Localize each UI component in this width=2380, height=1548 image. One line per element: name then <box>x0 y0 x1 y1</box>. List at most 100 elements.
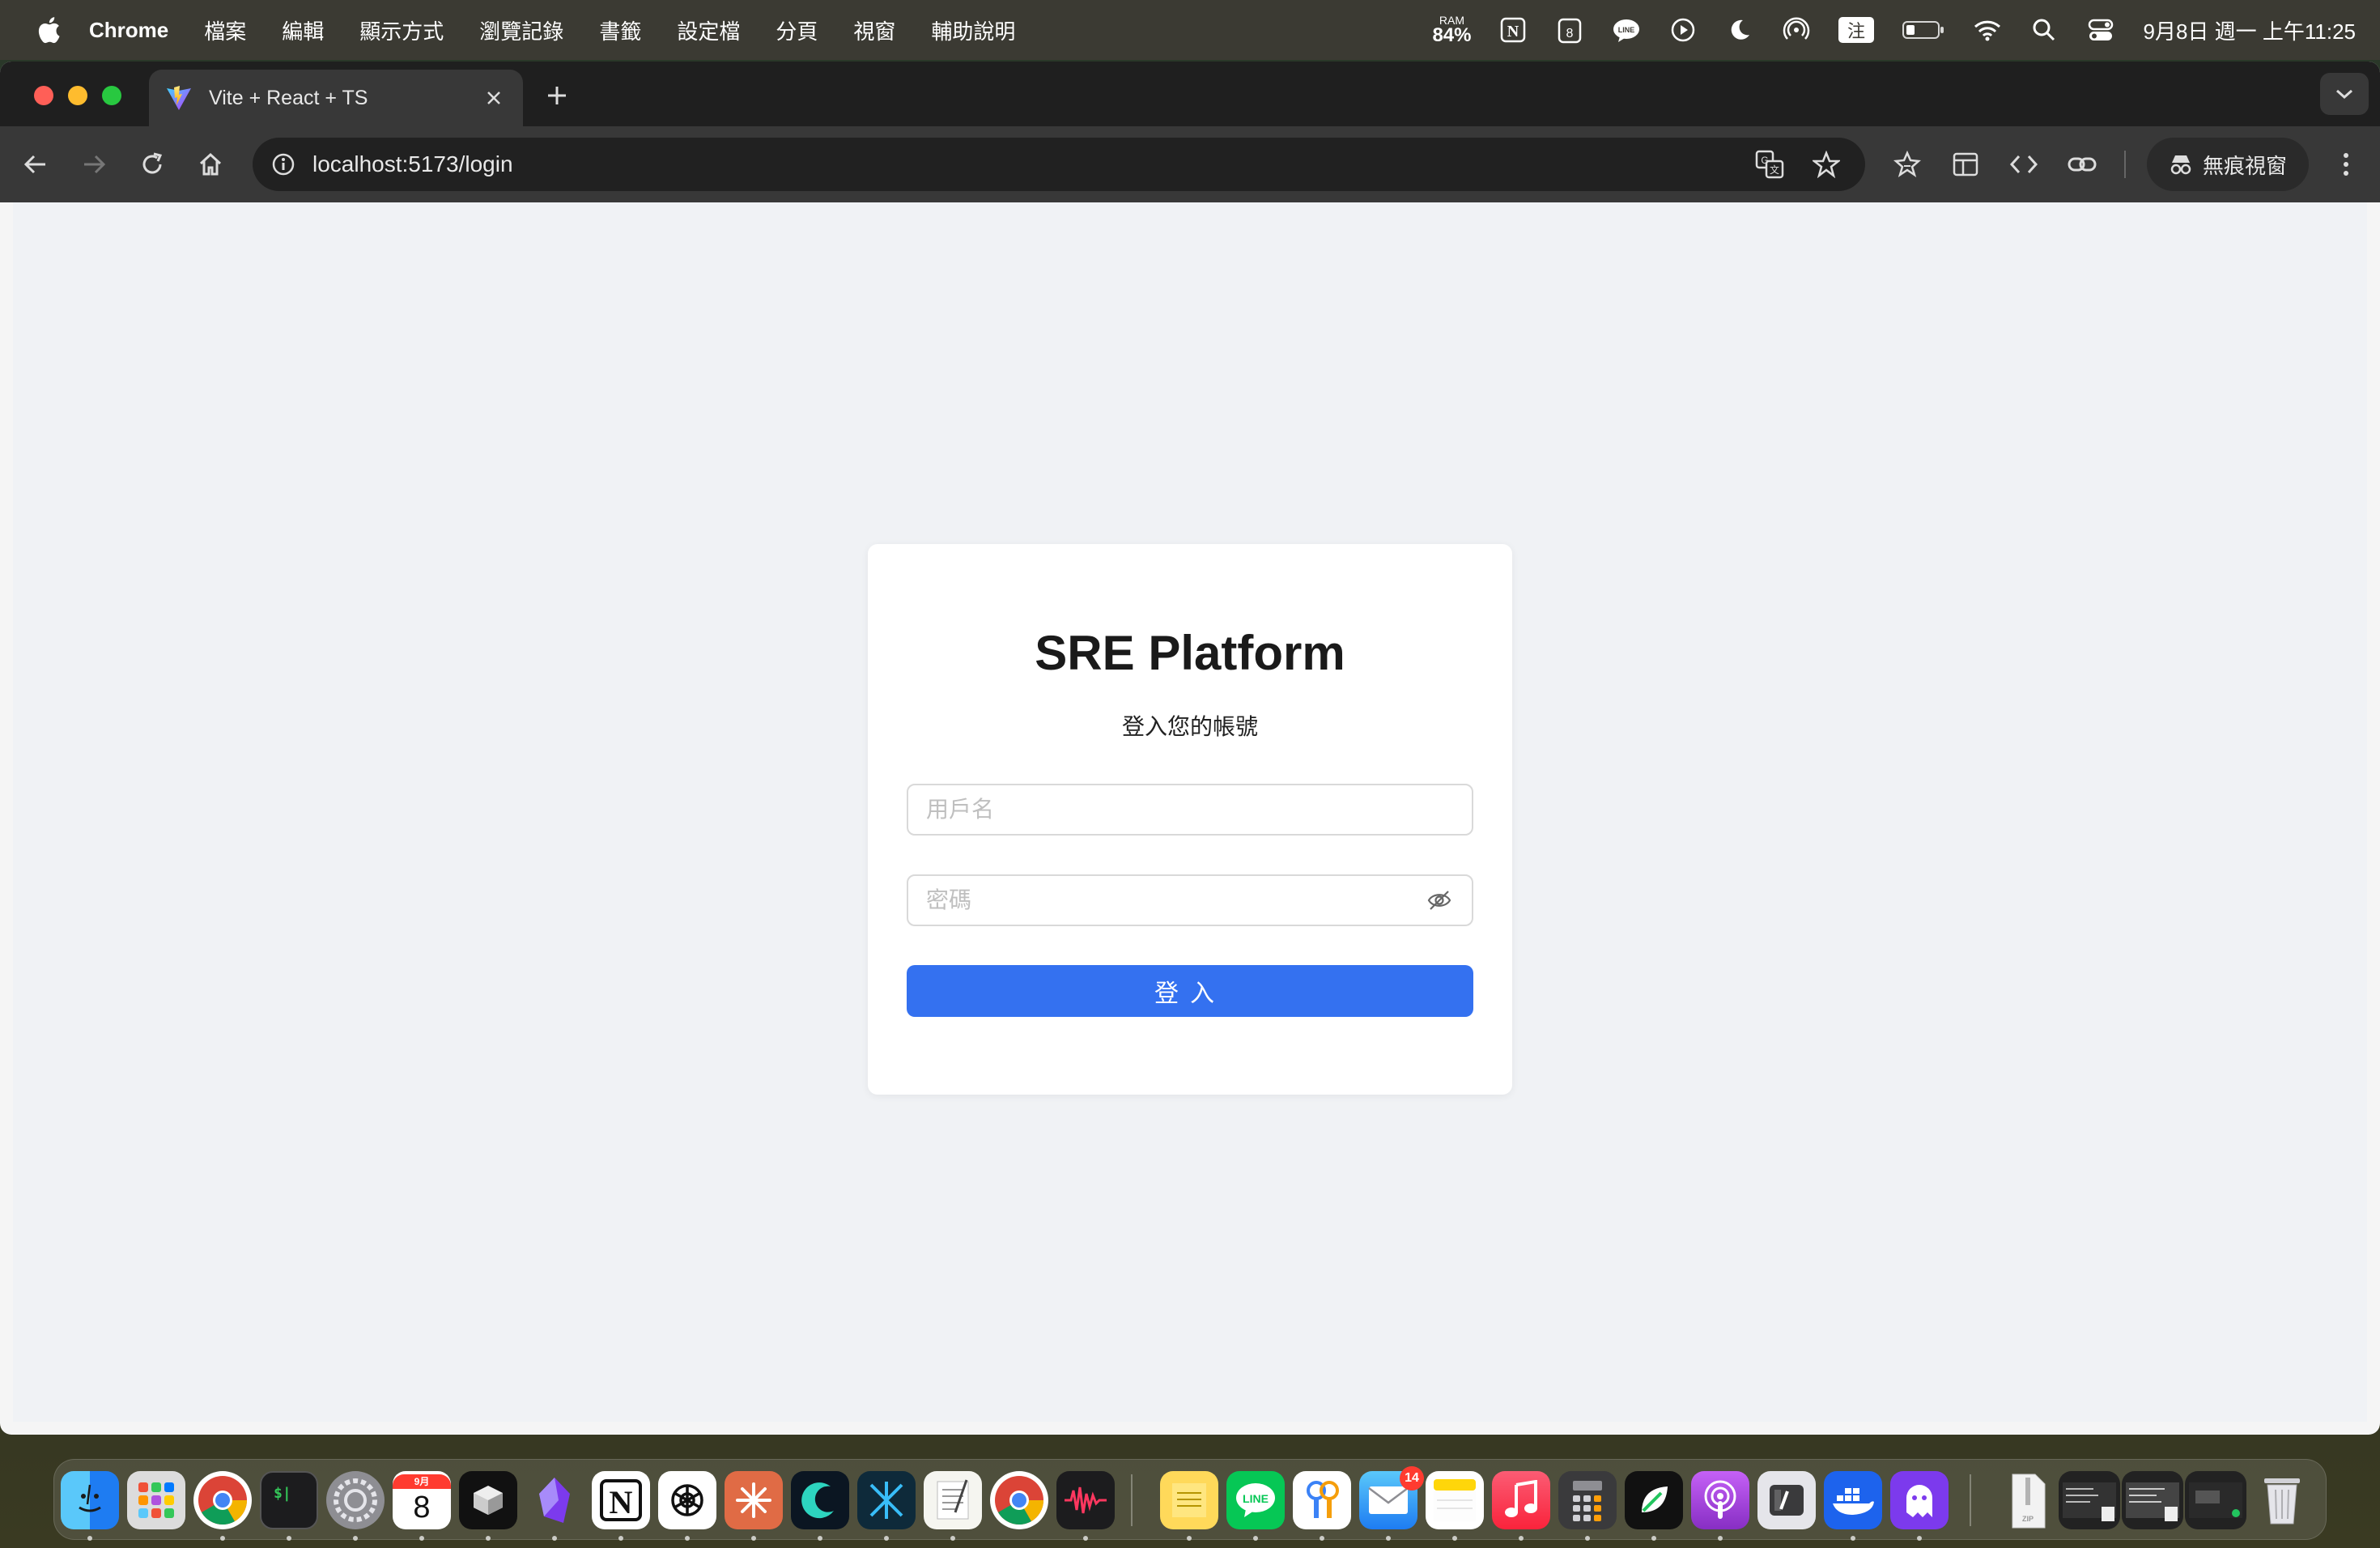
stickies-icon[interactable] <box>1160 1471 1218 1529</box>
cursor-app-icon[interactable] <box>857 1471 916 1529</box>
dock-running-indicator <box>1718 1536 1723 1541</box>
new-tab-button[interactable] <box>541 79 573 112</box>
username-field[interactable] <box>907 784 1473 836</box>
calendar-status-icon[interactable]: 8 <box>1555 15 1584 45</box>
screenshot-thumbnail-3[interactable] <box>2185 1471 2246 1529</box>
menu-file[interactable]: 檔案 <box>204 15 246 45</box>
wifi-icon[interactable] <box>1973 15 2002 45</box>
screenshot-thumbnail-1[interactable] <box>2059 1471 2120 1529</box>
spotlight-search-icon[interactable] <box>2029 15 2059 45</box>
voice-memos-icon[interactable] <box>1056 1471 1115 1529</box>
keychain-icon[interactable] <box>1293 1471 1351 1529</box>
line-status-icon[interactable]: LINE <box>1612 15 1641 45</box>
leaf-app-icon[interactable] <box>1625 1471 1683 1529</box>
dock-running-indicator <box>1585 1536 1590 1541</box>
address-bar[interactable]: localhost:5173/login G文 <box>253 138 1865 191</box>
tab-search-button[interactable] <box>2320 73 2369 115</box>
control-center-icon[interactable] <box>2086 15 2115 45</box>
reload-button[interactable] <box>136 148 168 181</box>
airdrop-icon[interactable] <box>1782 15 1811 45</box>
launchpad-icon[interactable] <box>127 1471 185 1529</box>
sidebar-app-icon[interactable] <box>1757 1471 1816 1529</box>
textedit-icon[interactable] <box>924 1471 982 1529</box>
window-maximize-button[interactable] <box>102 86 121 105</box>
menu-view[interactable]: 顯示方式 <box>359 15 444 45</box>
dock-running-indicator <box>486 1536 491 1541</box>
notion-icon[interactable]: N <box>1498 15 1528 45</box>
menu-bookmarks[interactable]: 書籤 <box>599 15 641 45</box>
home-button[interactable] <box>194 148 227 181</box>
star-list-icon <box>1893 150 1921 177</box>
tab-bar: Vite + React + TS <box>0 62 2380 126</box>
bookmark-star-icon[interactable] <box>1808 147 1844 182</box>
extension-star-button[interactable] <box>1891 148 1923 181</box>
battery-icon[interactable] <box>1902 15 1945 45</box>
svg-text:$|: $| <box>274 1485 291 1502</box>
clock[interactable]: 9月8日 週一 上午11:25 <box>2143 15 2356 45</box>
play-icon[interactable] <box>1668 15 1698 45</box>
chrome-icon[interactable] <box>193 1471 252 1529</box>
copy-link-button[interactable] <box>2066 148 2098 181</box>
window-minimize-button[interactable] <box>68 86 87 105</box>
music-icon[interactable] <box>1492 1471 1550 1529</box>
terminal-icon[interactable]: $| <box>260 1471 318 1529</box>
screenshot-thumbnail-2[interactable] <box>2122 1471 2183 1529</box>
calendar-app-icon[interactable]: 9月 8 <box>393 1471 451 1529</box>
chrome-menu-button[interactable] <box>2330 148 2362 181</box>
login-button[interactable]: 登入 <box>907 965 1473 1017</box>
dock-running-indicator <box>1253 1536 1258 1541</box>
tab-close-icon[interactable] <box>481 85 507 111</box>
chatgpt-icon[interactable] <box>658 1471 716 1529</box>
menu-help[interactable]: 輔助說明 <box>931 15 1015 45</box>
svg-text:文: 文 <box>1770 164 1779 176</box>
notes-icon[interactable] <box>1426 1471 1484 1529</box>
calculator-icon[interactable] <box>1558 1471 1617 1529</box>
login-subtitle: 登入您的帳號 <box>1121 714 1258 739</box>
crescent-app-icon[interactable] <box>791 1471 849 1529</box>
dock-running-indicator <box>884 1536 889 1541</box>
obsidian-icon[interactable] <box>525 1471 584 1529</box>
menu-window[interactable]: 視窗 <box>853 15 895 45</box>
password-field[interactable] <box>907 874 1473 926</box>
forward-button[interactable] <box>78 148 110 181</box>
docker-icon[interactable] <box>1824 1471 1882 1529</box>
incognito-label: 無痕視窗 <box>2202 153 2287 178</box>
eye-slash-icon[interactable] <box>1425 886 1454 915</box>
menu-edit[interactable]: 編輯 <box>282 15 324 45</box>
svg-text:G: G <box>1761 155 1768 166</box>
side-panel-button[interactable] <box>1949 148 1982 181</box>
back-button[interactable] <box>19 148 52 181</box>
input-method-icon[interactable]: 注 <box>1838 15 1875 45</box>
password-input[interactable] <box>926 887 1425 913</box>
menu-history[interactable]: 瀏覽記錄 <box>479 15 563 45</box>
system-settings-icon[interactable] <box>326 1471 385 1529</box>
ram-monitor[interactable]: RAM 84% <box>1432 15 1471 45</box>
apple-menu-icon[interactable] <box>31 12 66 48</box>
zip-file-icon[interactable]: ZIP <box>1999 1471 2057 1529</box>
chrome-secondary-icon[interactable] <box>990 1471 1048 1529</box>
translate-icon[interactable]: G文 <box>1752 147 1787 182</box>
username-input[interactable] <box>926 797 1454 823</box>
line-app-icon[interactable]: LINE <box>1226 1471 1285 1529</box>
menu-app-name[interactable]: Chrome <box>89 18 168 43</box>
menu-tab[interactable]: 分頁 <box>776 15 818 45</box>
window-close-button[interactable] <box>34 86 53 105</box>
ghost-app-icon[interactable] <box>1890 1471 1949 1529</box>
finder-icon[interactable] <box>61 1471 119 1529</box>
menu-profiles[interactable]: 設定檔 <box>677 15 740 45</box>
trash-icon[interactable] <box>2253 1471 2311 1529</box>
cube-app-icon[interactable] <box>459 1471 517 1529</box>
url-text[interactable]: localhost:5173/login <box>312 151 1752 177</box>
link-icon <box>2068 157 2097 172</box>
devtools-button[interactable] <box>2008 148 2040 181</box>
dock-running-indicator <box>419 1536 424 1541</box>
mail-unread-badge: 14 <box>1400 1466 1424 1491</box>
mail-icon[interactable]: 14 <box>1359 1466 1424 1529</box>
site-info-icon[interactable] <box>267 148 300 181</box>
claude-icon[interactable] <box>725 1471 783 1529</box>
incognito-badge[interactable]: 無痕視窗 <box>2147 138 2309 191</box>
focus-moon-icon[interactable] <box>1725 15 1754 45</box>
tab-active[interactable]: Vite + React + TS <box>149 70 523 126</box>
podcasts-icon[interactable] <box>1691 1471 1749 1529</box>
notion-app-icon[interactable]: N <box>592 1471 650 1529</box>
